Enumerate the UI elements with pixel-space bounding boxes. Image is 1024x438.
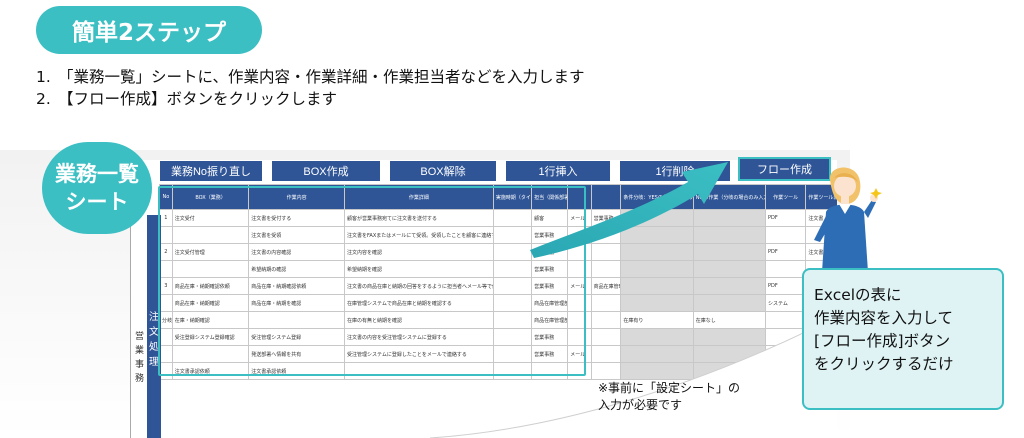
table-cell[interactable] [692,277,766,295]
step-item: 2. 【フロー作成】ボタンをクリックします [36,88,585,110]
table-cell[interactable] [590,260,622,278]
box-create-button[interactable]: BOX作成 [272,161,380,181]
table-cell[interactable] [764,226,807,244]
table-cell[interactable]: 在庫なし [692,311,766,329]
header-title: 簡単2ステップ [71,20,226,46]
curved-arrow-icon [530,162,728,258]
setup-note: ※事前に「設定シート」の 入力が必要です [598,380,740,414]
callout-line: をクリックするだけ [814,355,954,373]
table-cell[interactable]: システム [764,294,807,312]
step-text: 「業務一覧」シートに、作業内容・作業詳細・作業担当者などを入力します [58,68,585,86]
table-cell[interactable]: PDF [764,243,807,261]
table-cell[interactable]: 商品在庫管理部門 [590,277,622,295]
person-illustration-icon [814,167,882,272]
department-label: 営業事務 [135,332,145,384]
table-cell[interactable] [620,260,694,278]
note-line: 入力が必要です [598,398,683,412]
table-cell[interactable]: PDF [764,209,807,227]
table-cell[interactable]: PDF [764,277,807,295]
callout-box: Excelの表に 作業内容を入力して [フロー作成]ボタン をクリックするだけ [802,268,1004,410]
table-cell[interactable] [590,294,622,312]
instruction-steps: 1. 「業務一覧」シートに、作業内容・作業詳細・作業担当者などを入力します 2. 【… [36,66,585,110]
sheet-badge-line2: シート [65,190,129,214]
table-cell[interactable] [620,277,694,295]
table-cell[interactable] [590,311,622,329]
step-number: 2. [36,90,51,108]
box-release-button[interactable]: BOX解除 [390,161,496,181]
table-cell[interactable] [692,294,766,312]
header-pill: 簡単2ステップ [36,6,262,54]
column-header: 作業ツール [764,184,807,210]
table-cell[interactable] [620,294,694,312]
sheet-badge-line1: 業務一覧 [55,162,139,186]
callout-line: 作業内容を入力して [814,309,954,327]
sheet-badge: 業務一覧 シート [42,142,152,234]
table-cell[interactable] [692,260,766,278]
note-line: ※事前に「設定シート」の [598,381,741,395]
step-item: 1. 「業務一覧」シートに、作業内容・作業詳細・作業担当者などを入力します [36,66,585,88]
table-cell[interactable]: 在庫有り [620,311,694,329]
callout-line: [フロー作成]ボタン [814,332,951,350]
step-text: 【フロー作成】ボタンをクリックします [58,90,338,108]
step-number: 1. [36,68,51,86]
callout-line: Excelの表に [814,286,902,304]
table-cell[interactable] [764,260,807,278]
renumber-button[interactable]: 業務No振り直し [160,161,262,181]
table-cell[interactable] [764,311,807,329]
